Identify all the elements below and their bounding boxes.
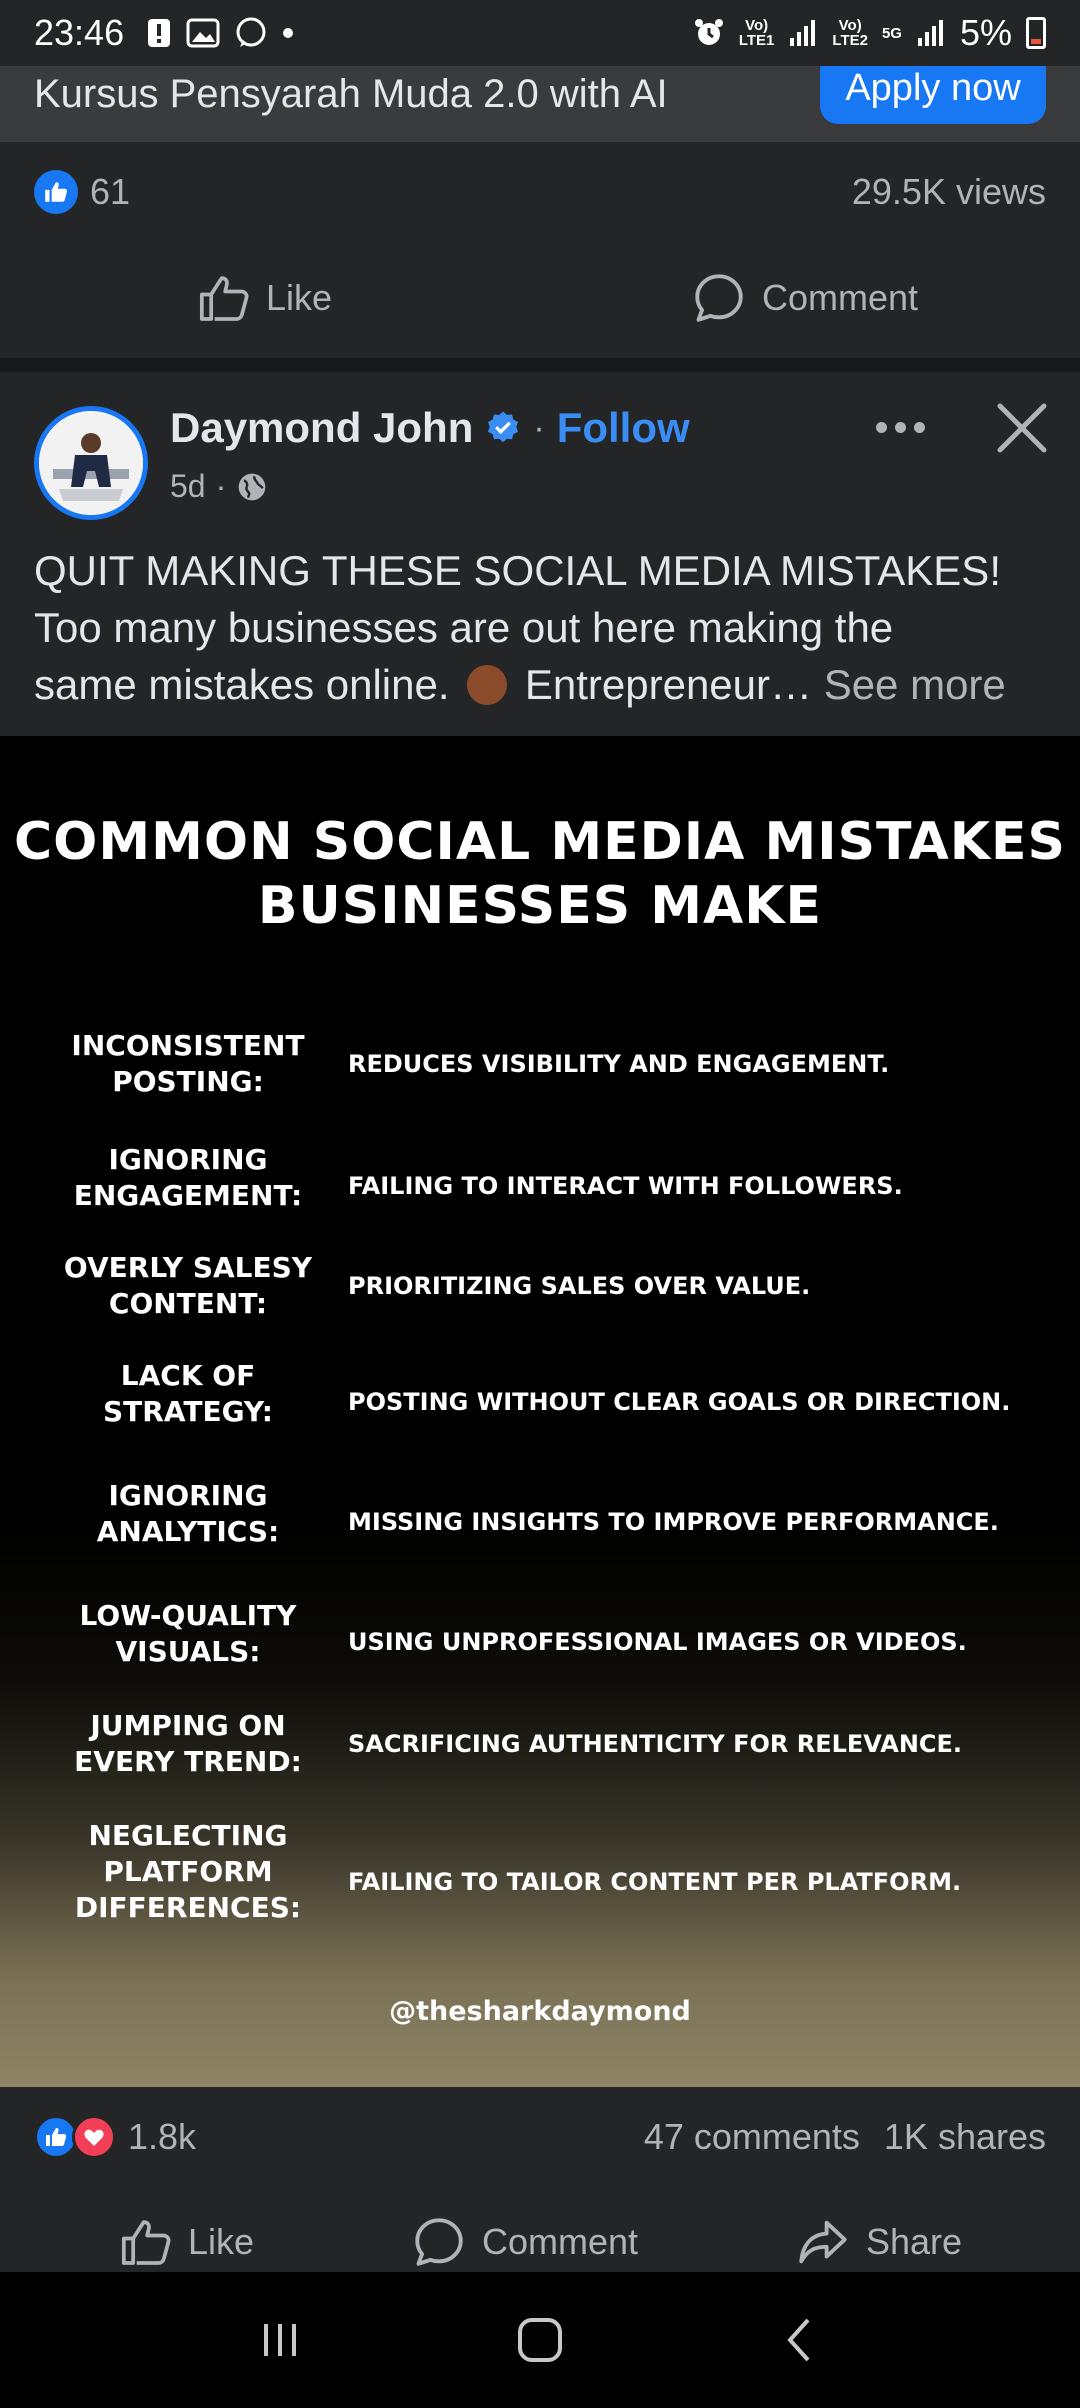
- author-avatar[interactable]: [34, 406, 148, 520]
- home-button[interactable]: [500, 2300, 580, 2380]
- graphic-title-line: BUSINESSES MAKE: [257, 876, 823, 936]
- graphic-handle: @thesharkdaymond: [389, 1996, 691, 2027]
- network-2-label: Vo) LTE2: [832, 17, 868, 49]
- status-time: 23:46: [34, 12, 125, 53]
- recents-button[interactable]: [240, 2300, 320, 2380]
- mistake-description: USING UNPROFESSIONAL IMAGES OR VIDEOS.: [348, 1628, 967, 1656]
- post-text-segment: same mistakes online.: [34, 661, 450, 708]
- post-time[interactable]: 5d: [170, 468, 206, 505]
- mistake-label: LOW-QUALITY VISUALS:: [79, 1599, 297, 1668]
- comment-icon: [695, 274, 743, 322]
- mistake-label: LACK OF STRATEGY:: [103, 1359, 273, 1428]
- whatsapp-icon: [236, 17, 266, 47]
- separator-dot: ·: [215, 468, 227, 504]
- feed-separator: [0, 358, 1080, 372]
- mistake-label: IGNORING ANALYTICS:: [96, 1479, 280, 1548]
- more-dot-icon: [875, 421, 887, 433]
- graphic-title: COMMON SOCIAL MEDIA MISTAKES BUSINESSES …: [0, 810, 1080, 938]
- home-icon: [518, 2318, 562, 2362]
- engagement-counts: 47 comments 1K shares: [644, 2116, 1046, 2158]
- reaction-count[interactable]: 1.8k: [128, 2116, 196, 2158]
- post-text-line: same mistakes online. Entrepreneur… See …: [34, 656, 1054, 713]
- globe-icon: [238, 473, 266, 500]
- alarm-icon: [694, 19, 723, 45]
- like-label: Like: [266, 277, 333, 318]
- previous-post-stats: 61 29.5K views: [0, 142, 1080, 242]
- post-text-line: Too many businesses are out here making …: [34, 604, 894, 651]
- back-button[interactable]: [760, 2300, 840, 2380]
- mistake-label: IGNORING ENGAGEMENT:: [73, 1143, 303, 1212]
- recents-icon: [264, 2324, 296, 2356]
- more-options-button[interactable]: [868, 402, 932, 452]
- comment-icon: [415, 2218, 463, 2266]
- notification-icons: [146, 16, 294, 50]
- post-stats: 1.8k 47 comments 1K shares: [0, 2087, 1080, 2187]
- share-button[interactable]: Share: [794, 2213, 962, 2271]
- mistake-description: SACRIFICING AUTHENTICITY FOR RELEVANCE.: [348, 1730, 963, 1758]
- like-label: Like: [187, 2221, 255, 2262]
- facepalm-emoji-icon: [467, 665, 508, 705]
- love-reaction-icon: [72, 2115, 116, 2159]
- signal-1-icon: [790, 20, 816, 46]
- mistake-label: OVERLY SALESY CONTENT:: [63, 1251, 313, 1320]
- ad-title: Kursus Pensyarah Muda 2.0 with AI: [34, 72, 668, 116]
- system-nav-bar: [0, 2272, 1080, 2408]
- more-dot-icon: [894, 421, 906, 433]
- status-bar: 23:46 Vo) LTE1 Vo) LTE2 5G 5%: [0, 0, 1080, 66]
- see-more-link[interactable]: See more: [824, 661, 1006, 708]
- previous-post-actions: Like Comment: [0, 250, 1080, 346]
- author-line: Daymond John · Follow: [170, 404, 690, 452]
- like-count[interactable]: 61: [90, 171, 130, 213]
- back-icon: [787, 2318, 810, 2362]
- thumbs-up-icon: [199, 276, 249, 321]
- mistake-description: FAILING TO INTERACT WITH FOLLOWERS.: [348, 1172, 903, 1200]
- signal-2-icon: [917, 20, 943, 46]
- battery-percent: 5%: [959, 12, 1012, 53]
- like-button[interactable]: Like: [118, 2214, 254, 2270]
- follow-button[interactable]: Follow: [557, 404, 690, 452]
- mistake-label: INCONSISTENT POSTING:: [71, 1029, 305, 1098]
- comment-label: Comment: [481, 2221, 638, 2262]
- separator-dot: ·: [533, 408, 545, 447]
- author-name[interactable]: Daymond John: [170, 404, 473, 452]
- post-text-line: QUIT MAKING THESE SOCIAL MEDIA MISTAKES!: [34, 547, 1001, 594]
- mistake-label: JUMPING ON EVERY TREND:: [74, 1709, 302, 1778]
- comment-count[interactable]: 47 comments: [644, 2116, 860, 2158]
- mistake-description: REDUCES VISIBILITY AND ENGAGEMENT.: [348, 1050, 890, 1078]
- like-button[interactable]: Like: [196, 270, 332, 326]
- more-dot-icon: [913, 421, 925, 433]
- post-text: QUIT MAKING THESE SOCIAL MEDIA MISTAKES!…: [34, 542, 1054, 713]
- post-header: Daymond John · Follow 5d · QUIT MAKING T…: [0, 372, 1080, 736]
- share-icon: [799, 2220, 847, 2264]
- gallery-icon: [186, 18, 220, 48]
- network-5g-label: 5G: [881, 24, 902, 42]
- mistake-description: POSTING WITHOUT CLEAR GOALS OR DIRECTION…: [348, 1388, 1011, 1416]
- views-count: 29.5K views: [851, 171, 1046, 212]
- hide-post-button[interactable]: [990, 396, 1054, 460]
- mistake-description: FAILING TO TAILOR CONTENT PER PLATFORM.: [348, 1868, 962, 1896]
- alert-icon: [148, 19, 171, 47]
- close-icon: [997, 403, 1047, 453]
- battery-icon: [1026, 17, 1046, 49]
- dot-icon: [283, 28, 294, 38]
- system-icons: Vo) LTE1 Vo) LTE2 5G 5%: [693, 12, 1046, 54]
- thumbs-up-icon: [121, 2220, 171, 2265]
- mistake-description: PRIORITIZING SALES OVER VALUE.: [348, 1272, 811, 1300]
- post-image[interactable]: COMMON SOCIAL MEDIA MISTAKES BUSINESSES …: [0, 736, 1080, 2087]
- verified-badge-icon: [488, 411, 519, 443]
- graphic-title-line: COMMON SOCIAL MEDIA MISTAKES: [14, 812, 1066, 872]
- network-1-label: Vo) LTE1: [738, 17, 775, 49]
- comment-button[interactable]: Comment: [410, 2213, 638, 2271]
- comment-label: Comment: [762, 277, 919, 318]
- mistake-label: NEGLECTING PLATFORM DIFFERENCES:: [74, 1819, 302, 1924]
- post-meta: 5d ·: [170, 468, 268, 505]
- previous-ad-card: Kursus Pensyarah Muda 2.0 with AI Apply …: [0, 52, 1080, 142]
- mistake-description: MISSING INSIGHTS TO IMPROVE PERFORMANCE.: [348, 1508, 999, 1536]
- reaction-icons[interactable]: [34, 2115, 116, 2159]
- post-text-segment: Entrepreneur…: [524, 661, 813, 708]
- comment-button[interactable]: Comment: [690, 269, 918, 327]
- like-reaction-icon: [34, 170, 78, 214]
- share-label: Share: [865, 2221, 963, 2262]
- share-count[interactable]: 1K shares: [884, 2116, 1046, 2158]
